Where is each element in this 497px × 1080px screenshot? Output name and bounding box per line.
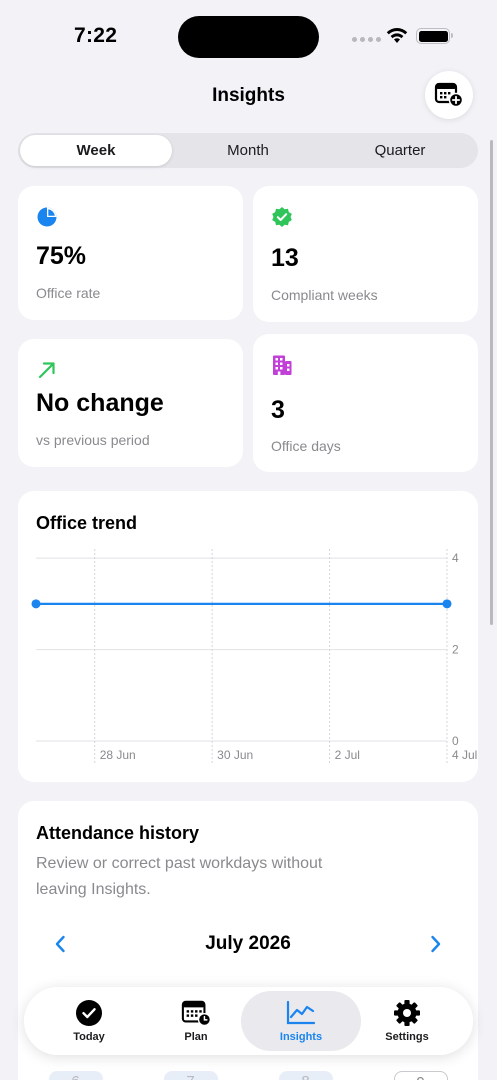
- checkmark-circle-icon: [76, 1000, 102, 1026]
- tab-today-label: Today: [73, 1031, 105, 1043]
- compliant-weeks-value: 13: [271, 244, 299, 272]
- calendar-day[interactable]: 6: [48, 1071, 103, 1080]
- scroll-indicator: [490, 140, 493, 625]
- next-month-button[interactable]: [423, 931, 449, 957]
- checkmark-seal-icon: [272, 207, 292, 227]
- y-tick-label: 4: [452, 551, 459, 565]
- tab-today[interactable]: Today: [29, 991, 149, 1051]
- office-trend-card: Office trend 0 2 4 28 Jun 30 Jun 2 Jul 4 Jul: [18, 491, 478, 782]
- change-card: No change vs previous period: [18, 339, 243, 467]
- tab-settings-label: Settings: [385, 1031, 429, 1043]
- add-calendar-button[interactable]: [425, 71, 473, 119]
- month-label: July 2026: [205, 933, 291, 954]
- x-tick-label: 28 Jun: [100, 748, 136, 762]
- compliant-weeks-label: Compliant weeks: [271, 287, 378, 303]
- signal-dots-icon: [352, 37, 381, 42]
- chevron-right-icon: [431, 935, 441, 953]
- data-point: [442, 599, 452, 609]
- office-days-card: 3 Office days: [253, 334, 478, 472]
- x-tick-label: 2 Jul: [335, 748, 360, 762]
- compliant-weeks-card: 13 Compliant weeks: [253, 186, 478, 322]
- status-time: 7:22: [74, 24, 118, 47]
- tab-settings[interactable]: Settings: [347, 991, 467, 1051]
- status-bar: 7:22: [0, 0, 497, 70]
- line-chart-icon: [286, 1000, 316, 1025]
- office-rate-label: Office rate: [36, 285, 101, 301]
- segment-month[interactable]: Month: [172, 135, 324, 166]
- calendar-day[interactable]: 7: [163, 1071, 218, 1080]
- battery-icon: [416, 28, 453, 44]
- office-trend-chart: 0 2 4 28 Jun 30 Jun 2 Jul 4 Jul: [31, 549, 477, 763]
- segment-quarter[interactable]: Quarter: [324, 135, 476, 166]
- arrow-up-right-icon: [38, 362, 55, 379]
- page-title: Insights: [212, 85, 285, 106]
- calendar-week-row: 6 7 8 9: [18, 1071, 478, 1080]
- calendar-day[interactable]: 8: [278, 1071, 333, 1080]
- y-tick-label: 0: [452, 734, 459, 748]
- tab-plan-label: Plan: [184, 1031, 208, 1043]
- office-days-label: Office days: [271, 438, 341, 454]
- segment-week[interactable]: Week: [20, 135, 172, 166]
- change-value: No change: [36, 389, 164, 417]
- y-tick-label: 2: [452, 643, 459, 657]
- office-rate-card: 75% Office rate: [18, 186, 243, 320]
- building-icon: [273, 355, 292, 375]
- pie-chart-icon: [37, 207, 57, 227]
- tab-insights-label: Insights: [279, 1031, 323, 1043]
- data-point: [31, 599, 41, 609]
- attendance-title: Attendance history: [36, 823, 200, 843]
- wifi-icon: [386, 28, 408, 43]
- tab-bar: Today Plan Insights Settings: [24, 987, 473, 1055]
- month-navigator: July 2026: [18, 929, 478, 959]
- x-tick-label: 4 Jul: [452, 748, 477, 762]
- office-days-value: 3: [271, 396, 285, 424]
- period-segmented-control: Week Month Quarter: [18, 133, 478, 168]
- attendance-description: Review or correct past workdays without …: [36, 855, 323, 898]
- tab-insights[interactable]: Insights: [241, 991, 361, 1051]
- calendar-add-icon: [434, 82, 464, 108]
- tab-plan[interactable]: Plan: [136, 991, 256, 1051]
- gear-icon: [394, 1000, 420, 1026]
- change-label: vs previous period: [36, 432, 150, 448]
- calendar-day-selected[interactable]: 9: [393, 1071, 448, 1080]
- calendar-clock-icon: [181, 1000, 211, 1027]
- dynamic-island: [178, 16, 319, 58]
- office-rate-value: 75%: [36, 242, 87, 270]
- x-tick-label: 30 Jun: [217, 748, 253, 762]
